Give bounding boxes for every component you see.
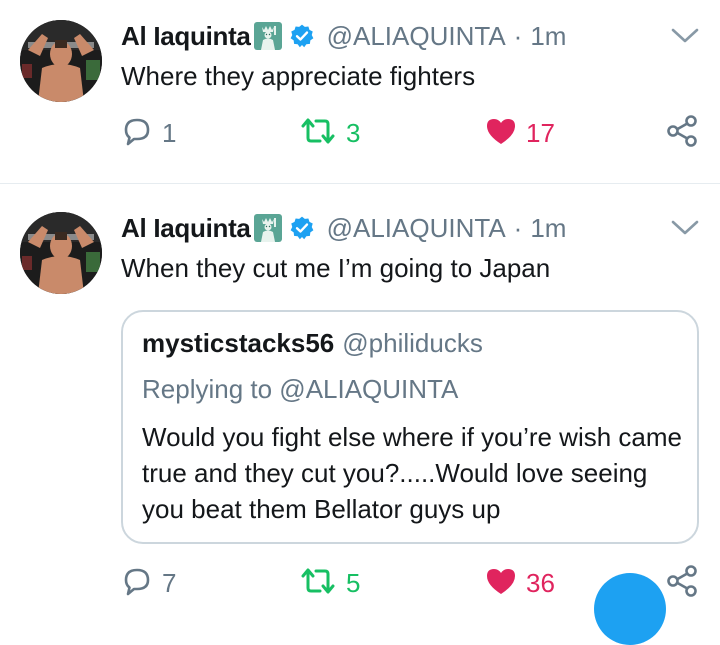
quoted-tweet-text: Would you fight else where if you’re wis… — [142, 422, 682, 524]
heart-icon — [484, 564, 518, 603]
reply-icon — [120, 114, 154, 153]
reply-icon — [120, 564, 154, 603]
reply-button[interactable]: 7 — [120, 563, 176, 603]
timestamp[interactable]: 1m — [530, 213, 566, 244]
tweet[interactable]: Al Iaquinta @ALIAQUINTA · 1m — [0, 0, 720, 184]
verified-badge-icon — [289, 23, 315, 49]
statue-of-liberty-icon — [253, 21, 283, 51]
avatar-image — [20, 20, 102, 102]
tweet[interactable]: Al Iaquinta @ALIAQUINTA · 1m — [0, 184, 720, 598]
display-name[interactable]: Al Iaquinta — [121, 21, 251, 52]
share-button[interactable] — [664, 563, 700, 603]
replying-to: Replying to @ALIAQUINTA — [142, 374, 459, 404]
quoted-handle: @philiducks — [342, 328, 483, 358]
handle[interactable]: @ALIAQUINTA — [327, 213, 506, 244]
avatar[interactable] — [20, 20, 102, 102]
like-count: 17 — [526, 117, 555, 148]
separator-dot: · — [513, 212, 523, 243]
heart-icon — [484, 114, 518, 153]
verified-badge-icon — [289, 215, 315, 241]
separator-dot: · — [513, 20, 523, 51]
reply-button[interactable]: 1 — [120, 113, 176, 153]
avatar[interactable] — [20, 212, 102, 294]
retweet-icon — [298, 114, 338, 153]
avatar-image — [20, 212, 102, 294]
share-icon — [664, 113, 700, 154]
quoted-tweet[interactable]: mysticstacks56 @philiducks Replying to @A… — [121, 310, 699, 544]
quoted-tweet-header: mysticstacks56 @philiducks — [142, 328, 483, 359]
reply-count: 1 — [162, 117, 177, 148]
tweet-text: When they cut me I’m going to Japan — [121, 253, 551, 283]
chevron-down-icon[interactable] — [670, 24, 700, 48]
tweet-header: Al Iaquinta @ALIAQUINTA · 1m — [121, 210, 700, 246]
like-count: 36 — [526, 567, 555, 598]
tweet-header: Al Iaquinta @ALIAQUINTA · 1m — [121, 18, 700, 54]
display-name[interactable]: Al Iaquinta — [121, 213, 251, 244]
statue-of-liberty-icon — [253, 213, 283, 243]
handle[interactable]: @ALIAQUINTA — [327, 21, 506, 52]
timestamp[interactable]: 1m — [530, 21, 566, 52]
retweet-button[interactable]: 5 — [298, 563, 360, 603]
tweet-text: Where they appreciate fighters — [121, 61, 476, 91]
share-icon — [664, 563, 700, 604]
share-button[interactable] — [664, 113, 700, 153]
chevron-down-icon[interactable] — [670, 216, 700, 240]
retweet-icon — [298, 564, 338, 603]
retweet-count: 3 — [346, 117, 361, 148]
retweet-count: 5 — [346, 567, 361, 598]
action-bar: 1 3 17 — [0, 113, 720, 153]
reply-count: 7 — [162, 567, 177, 598]
retweet-button[interactable]: 3 — [298, 113, 360, 153]
compose-fab[interactable] — [594, 573, 666, 645]
like-button[interactable]: 17 — [484, 113, 555, 153]
like-button[interactable]: 36 — [484, 563, 555, 603]
quoted-display-name: mysticstacks56 — [142, 328, 335, 358]
